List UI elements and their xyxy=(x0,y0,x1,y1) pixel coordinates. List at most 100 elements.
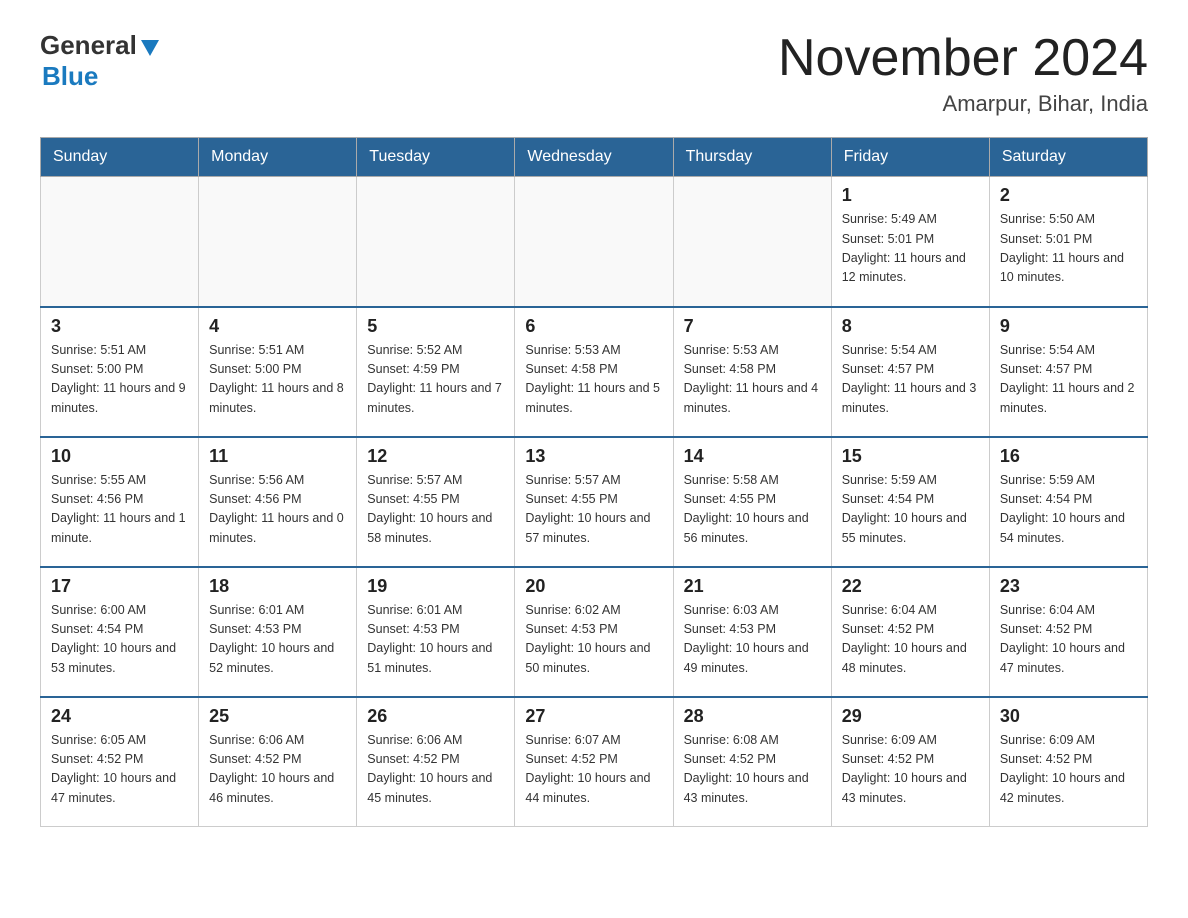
day-number: 14 xyxy=(684,446,821,467)
day-info: Sunrise: 5:54 AMSunset: 4:57 PMDaylight:… xyxy=(842,341,979,419)
table-row: 15Sunrise: 5:59 AMSunset: 4:54 PMDayligh… xyxy=(831,437,989,567)
table-row: 19 Sunrise: 6:01 AMSunset: 4:53 PMDayligh… xyxy=(357,567,515,697)
day-info: Sunrise: 6:01 AMSunset: 4:53 PMDaylight:… xyxy=(209,601,346,679)
day-info: Sunrise: 6:05 AMSunset: 4:52 PMDaylight:… xyxy=(51,731,188,809)
day-info: Sunrise: 5:51 AMSunset: 5:00 PMDaylight:… xyxy=(209,341,346,419)
day-number: 19 xyxy=(367,576,504,597)
day-info: Sunrise: 5:51 AMSunset: 5:00 PMDaylight:… xyxy=(51,341,188,419)
day-info: Sunrise: 5:59 AMSunset: 4:54 PMDaylight:… xyxy=(1000,471,1137,549)
day-info: Sunrise: 5:50 AMSunset: 5:01 PMDaylight:… xyxy=(1000,210,1137,288)
day-info: Sunrise: 5:54 AMSunset: 4:57 PMDaylight:… xyxy=(1000,341,1137,419)
day-number: 18 xyxy=(209,576,346,597)
month-title: November 2024 xyxy=(778,30,1148,87)
title-block: November 2024 Amarpur, Bihar, India xyxy=(778,30,1148,117)
page-header: General Blue November 2024 Amarpur, Biha… xyxy=(40,30,1148,117)
table-row: 4Sunrise: 5:51 AMSunset: 5:00 PMDaylight… xyxy=(199,307,357,437)
day-info: Sunrise: 6:07 AMSunset: 4:52 PMDaylight:… xyxy=(525,731,662,809)
header-thursday: Thursday xyxy=(673,138,831,177)
table-row xyxy=(41,177,199,307)
table-row: 9Sunrise: 5:54 AMSunset: 4:57 PMDaylight… xyxy=(989,307,1147,437)
table-row: 5 Sunrise: 5:52 AMSunset: 4:59 PMDaylight… xyxy=(357,307,515,437)
day-info: Sunrise: 5:57 AMSunset: 4:55 PMDaylight:… xyxy=(367,471,504,549)
day-number: 20 xyxy=(525,576,662,597)
day-number: 16 xyxy=(1000,446,1137,467)
calendar-week-row: 10Sunrise: 5:55 AMSunset: 4:56 PMDayligh… xyxy=(41,437,1148,567)
day-number: 3 xyxy=(51,316,188,337)
day-info: Sunrise: 6:08 AMSunset: 4:52 PMDaylight:… xyxy=(684,731,821,809)
day-info: Sunrise: 5:49 AMSunset: 5:01 PMDaylight:… xyxy=(842,210,979,288)
calendar-week-row: 1 Sunrise: 5:49 AMSunset: 5:01 PMDaylight… xyxy=(41,177,1148,307)
calendar-week-row: 17 Sunrise: 6:00 AMSunset: 4:54 PMDayligh… xyxy=(41,567,1148,697)
table-row xyxy=(673,177,831,307)
weekday-header-row: Sunday Monday Tuesday Wednesday Thursday… xyxy=(41,138,1148,177)
calendar-week-row: 24 Sunrise: 6:05 AMSunset: 4:52 PMDayligh… xyxy=(41,697,1148,827)
day-number: 22 xyxy=(842,576,979,597)
header-tuesday: Tuesday xyxy=(357,138,515,177)
table-row: 8 Sunrise: 5:54 AMSunset: 4:57 PMDaylight… xyxy=(831,307,989,437)
day-info: Sunrise: 5:55 AMSunset: 4:56 PMDaylight:… xyxy=(51,471,188,549)
table-row: 12 Sunrise: 5:57 AMSunset: 4:55 PMDayligh… xyxy=(357,437,515,567)
table-row: 17 Sunrise: 6:00 AMSunset: 4:54 PMDayligh… xyxy=(41,567,199,697)
day-info: Sunrise: 5:57 AMSunset: 4:55 PMDaylight:… xyxy=(525,471,662,549)
day-number: 30 xyxy=(1000,706,1137,727)
day-info: Sunrise: 5:53 AMSunset: 4:58 PMDaylight:… xyxy=(684,341,821,419)
table-row: 23 Sunrise: 6:04 AMSunset: 4:52 PMDayligh… xyxy=(989,567,1147,697)
day-number: 13 xyxy=(525,446,662,467)
day-number: 1 xyxy=(842,185,979,206)
table-row: 7 Sunrise: 5:53 AMSunset: 4:58 PMDaylight… xyxy=(673,307,831,437)
table-row: 22 Sunrise: 6:04 AMSunset: 4:52 PMDayligh… xyxy=(831,567,989,697)
day-info: Sunrise: 5:56 AMSunset: 4:56 PMDaylight:… xyxy=(209,471,346,549)
table-row: 29 Sunrise: 6:09 AMSunset: 4:52 PMDayligh… xyxy=(831,697,989,827)
day-info: Sunrise: 6:04 AMSunset: 4:52 PMDaylight:… xyxy=(842,601,979,679)
table-row: 3 Sunrise: 5:51 AMSunset: 5:00 PMDaylight… xyxy=(41,307,199,437)
day-number: 11 xyxy=(209,446,346,467)
table-row: 26Sunrise: 6:06 AMSunset: 4:52 PMDayligh… xyxy=(357,697,515,827)
day-info: Sunrise: 6:06 AMSunset: 4:52 PMDaylight:… xyxy=(367,731,504,809)
logo-text-general: General xyxy=(40,30,137,61)
table-row xyxy=(357,177,515,307)
day-number: 15 xyxy=(842,446,979,467)
logo-triangle-icon xyxy=(139,36,161,58)
table-row: 10Sunrise: 5:55 AMSunset: 4:56 PMDayligh… xyxy=(41,437,199,567)
day-number: 7 xyxy=(684,316,821,337)
day-info: Sunrise: 6:02 AMSunset: 4:53 PMDaylight:… xyxy=(525,601,662,679)
day-number: 17 xyxy=(51,576,188,597)
header-saturday: Saturday xyxy=(989,138,1147,177)
table-row: 11 Sunrise: 5:56 AMSunset: 4:56 PMDayligh… xyxy=(199,437,357,567)
table-row: 30 Sunrise: 6:09 AMSunset: 4:52 PMDayligh… xyxy=(989,697,1147,827)
day-number: 12 xyxy=(367,446,504,467)
calendar-table: Sunday Monday Tuesday Wednesday Thursday… xyxy=(40,137,1148,827)
calendar-week-row: 3 Sunrise: 5:51 AMSunset: 5:00 PMDaylight… xyxy=(41,307,1148,437)
day-info: Sunrise: 6:03 AMSunset: 4:53 PMDaylight:… xyxy=(684,601,821,679)
table-row: 13 Sunrise: 5:57 AMSunset: 4:55 PMDayligh… xyxy=(515,437,673,567)
day-number: 29 xyxy=(842,706,979,727)
day-number: 28 xyxy=(684,706,821,727)
day-info: Sunrise: 6:01 AMSunset: 4:53 PMDaylight:… xyxy=(367,601,504,679)
day-number: 8 xyxy=(842,316,979,337)
day-number: 23 xyxy=(1000,576,1137,597)
header-monday: Monday xyxy=(199,138,357,177)
day-number: 24 xyxy=(51,706,188,727)
day-info: Sunrise: 5:52 AMSunset: 4:59 PMDaylight:… xyxy=(367,341,504,419)
day-number: 5 xyxy=(367,316,504,337)
table-row: 20 Sunrise: 6:02 AMSunset: 4:53 PMDayligh… xyxy=(515,567,673,697)
day-number: 6 xyxy=(525,316,662,337)
table-row: 2 Sunrise: 5:50 AMSunset: 5:01 PMDaylight… xyxy=(989,177,1147,307)
header-sunday: Sunday xyxy=(41,138,199,177)
table-row: 6Sunrise: 5:53 AMSunset: 4:58 PMDaylight… xyxy=(515,307,673,437)
table-row: 21Sunrise: 6:03 AMSunset: 4:53 PMDayligh… xyxy=(673,567,831,697)
table-row: 16 Sunrise: 5:59 AMSunset: 4:54 PMDayligh… xyxy=(989,437,1147,567)
day-info: Sunrise: 6:06 AMSunset: 4:52 PMDaylight:… xyxy=(209,731,346,809)
day-info: Sunrise: 6:09 AMSunset: 4:52 PMDaylight:… xyxy=(842,731,979,809)
day-number: 2 xyxy=(1000,185,1137,206)
day-info: Sunrise: 6:04 AMSunset: 4:52 PMDaylight:… xyxy=(1000,601,1137,679)
table-row xyxy=(515,177,673,307)
day-number: 25 xyxy=(209,706,346,727)
day-info: Sunrise: 6:09 AMSunset: 4:52 PMDaylight:… xyxy=(1000,731,1137,809)
day-info: Sunrise: 6:00 AMSunset: 4:54 PMDaylight:… xyxy=(51,601,188,679)
table-row: 18 Sunrise: 6:01 AMSunset: 4:53 PMDayligh… xyxy=(199,567,357,697)
header-wednesday: Wednesday xyxy=(515,138,673,177)
table-row: 24 Sunrise: 6:05 AMSunset: 4:52 PMDayligh… xyxy=(41,697,199,827)
table-row: 25 Sunrise: 6:06 AMSunset: 4:52 PMDayligh… xyxy=(199,697,357,827)
table-row xyxy=(199,177,357,307)
